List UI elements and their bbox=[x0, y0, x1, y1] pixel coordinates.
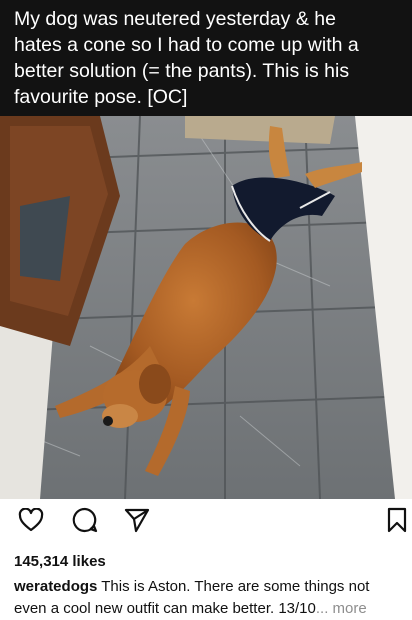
caption-text-1: This is Aston. There are some things not bbox=[101, 578, 370, 595]
caption-line-3: better solution (= the pants). This is h… bbox=[14, 60, 350, 82]
image-text-caption: My dog was neutered yesterday & he hates… bbox=[0, 0, 412, 116]
post-caption: weratedogs This is Aston. There are some… bbox=[14, 576, 406, 620]
caption-text-2: even a cool new outfit can make better. … bbox=[14, 600, 316, 617]
comment-icon[interactable] bbox=[70, 505, 100, 535]
send-icon[interactable] bbox=[122, 505, 152, 535]
post-photo[interactable] bbox=[0, 116, 412, 499]
caption-line-2: hates a cone so I had to come up with a bbox=[14, 34, 359, 56]
heart-icon[interactable] bbox=[16, 505, 46, 535]
likes-count[interactable]: 145,314 likes bbox=[14, 553, 106, 570]
dog-photo-illustration bbox=[0, 116, 412, 499]
post-actions bbox=[0, 505, 412, 541]
caption-line-4: favourite pose. [OC] bbox=[14, 86, 188, 108]
more-link[interactable]: ... more bbox=[316, 600, 367, 617]
username[interactable]: weratedogs bbox=[14, 578, 97, 595]
caption-line-1: My dog was neutered yesterday & he bbox=[14, 8, 336, 30]
bookmark-icon[interactable] bbox=[382, 505, 412, 535]
